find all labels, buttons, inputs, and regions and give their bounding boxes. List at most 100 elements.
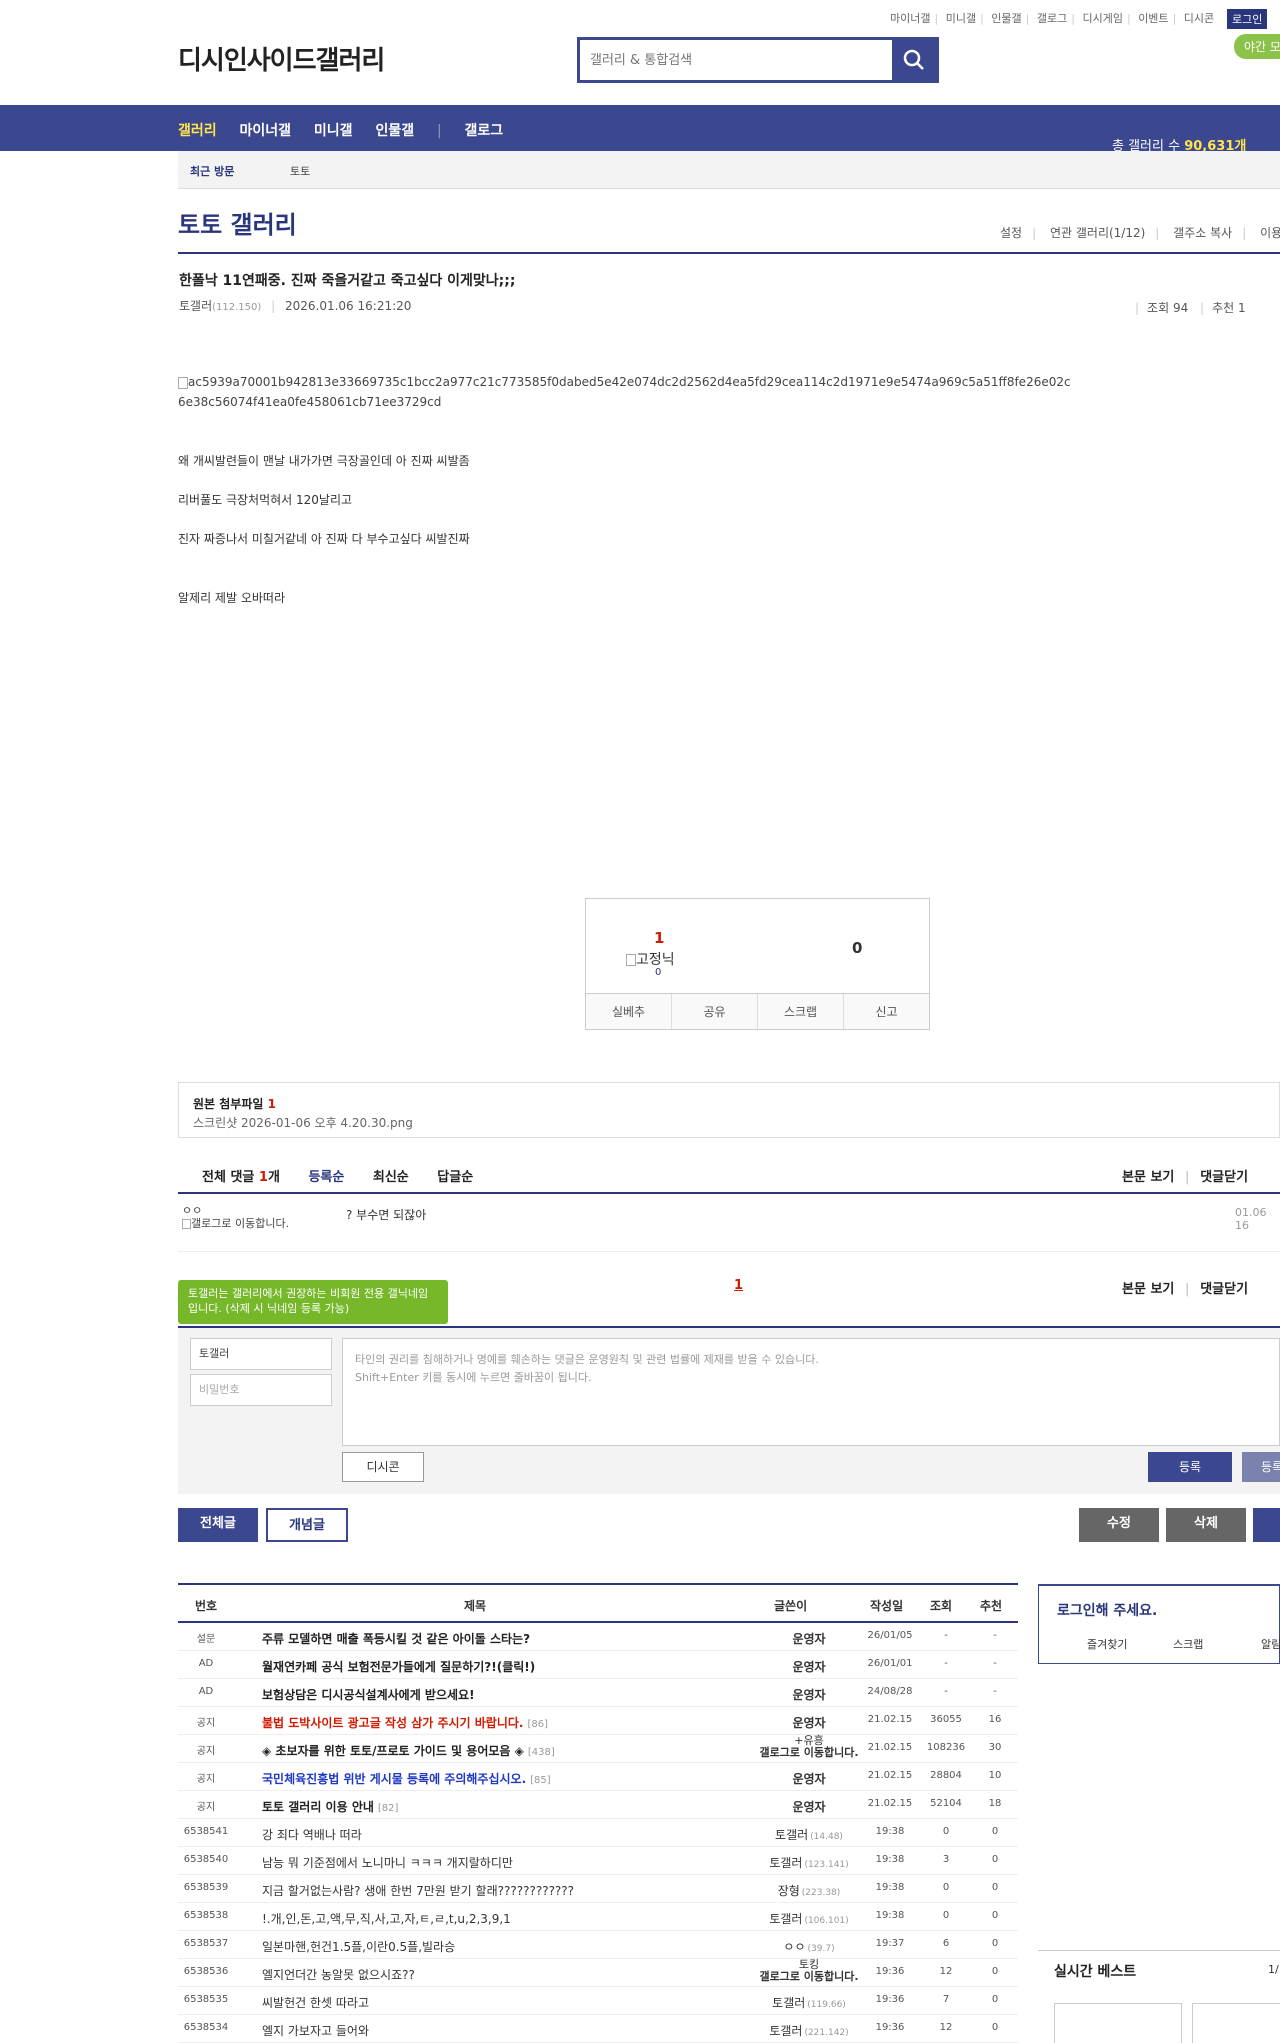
scrap-button[interactable]: 스크랩 (758, 994, 844, 1029)
row-subject[interactable]: 지금 할거없는사람? 생애 한번 7만원 받기 할래???????????? (262, 1882, 574, 1899)
top-link-person[interactable]: 인물갤 (991, 10, 1021, 26)
search-input[interactable] (580, 40, 890, 80)
all-posts-button[interactable]: 전체글 (178, 1508, 258, 1542)
gallery-title[interactable]: 토토 갤러리 (178, 205, 297, 240)
table-row[interactable]: 6538540 남능 뭐 기준점에서 노니마니 ㅋㅋㅋ 개지랄하디만 토갤러 (123… (178, 1847, 1018, 1875)
row-subject-text[interactable]: 강 죄다 역배나 떠라 (262, 1828, 362, 1842)
close-comments-link[interactable]: 댓글닫기 (1200, 1170, 1248, 1185)
related-gallery-link[interactable]: 연관 갤러리(1/12) (1050, 226, 1145, 240)
comment-page-current[interactable]: 1 (734, 1278, 743, 1293)
row-subject-text[interactable]: ◈ 초보자를 위한 토토/프로토 가이드 및 용어모음 ◈ (262, 1744, 524, 1758)
row-subject[interactable]: 월재연카페 공식 보험전문가들에게 질문하기?!(클릭!) (262, 1658, 535, 1675)
attachment-file[interactable]: 스크린샷 2026-01-06 오후 4.20.30.png (193, 1114, 413, 1131)
register-button[interactable]: 등록 (1148, 1452, 1232, 1482)
table-row[interactable]: 공지 ◈ 초보자를 위한 토토/프로토 가이드 및 용어모음 ◈ [438] +유흥 갤… (178, 1735, 1018, 1763)
top-link-game[interactable]: 디시게임 (1082, 10, 1122, 26)
row-subject[interactable]: 일본마핸,헌건1.5플,이란0.5플,빌라승 (262, 1938, 455, 1955)
edit-button[interactable]: 수정 (1079, 1508, 1159, 1542)
row-writer-name[interactable]: 운영자 (792, 1772, 825, 1786)
row-subject-text[interactable]: 토토 갤러리 이용 안내 (262, 1800, 374, 1814)
row-subject[interactable]: 엘지언더간 농알못 없으시죠?? (262, 1966, 415, 1983)
row-subject-text[interactable]: 주류 모델하면 매출 폭등시킬 것 같은 아이돌 스타는? (262, 1632, 530, 1646)
view-post-link[interactable]: 본문 보기 (1122, 1170, 1174, 1185)
row-subject-text[interactable]: 엘지언더간 농알못 없으시죠?? (262, 1968, 415, 1982)
realtime-best-card[interactable] (1054, 2003, 1182, 2043)
night-mode-toggle[interactable]: 야간 모 (1234, 34, 1280, 59)
table-row[interactable]: 6538537 일본마핸,헌건1.5플,이란0.5플,빌라승 ㅇㅇ (39.7) 19:… (178, 1931, 1018, 1959)
top-link-gallog[interactable]: 갤로그 (1037, 10, 1067, 26)
row-subject[interactable]: 씨발헌건 한셋 따라고 (262, 1994, 369, 2011)
nav-person[interactable]: 인물갤 (375, 123, 414, 139)
table-row[interactable]: 6538538 !.개,인,돈,고,액,무,직,사,고,자,ㅌ,ㄹ,t,u,2,3… (178, 1903, 1018, 1931)
share-button[interactable]: 공유 (672, 994, 758, 1029)
recent-visit-item[interactable]: 토토 (290, 163, 310, 179)
password-field[interactable]: 비밀번호 (190, 1374, 332, 1406)
row-subject[interactable]: !.개,인,돈,고,액,무,직,사,고,자,ㅌ,ㄹ,t,u,2,3,9,1 (262, 1910, 511, 1927)
row-subject[interactable]: 국민체육진흥법 위반 게시물 등록에 주의해주십시오. [85] (262, 1770, 551, 1787)
row-reply-count[interactable]: [85] (530, 1775, 551, 1786)
top-link-mini[interactable]: 미니갤 (946, 10, 976, 26)
row-subject-text[interactable]: 불법 도박사이트 광고글 작성 삼가 주시기 바랍니다. (262, 1716, 523, 1730)
top-link-dccon[interactable]: 디시콘 (1184, 10, 1214, 26)
row-writer-name[interactable]: 운영자 (792, 1632, 825, 1646)
row-subject[interactable]: 엘지 가보자고 들어와 (262, 2022, 369, 2039)
favorites-link[interactable]: 즐겨찾기 (1087, 1636, 1127, 1652)
close-comments-link-2[interactable]: 댓글닫기 (1200, 1282, 1248, 1297)
downvote-count[interactable]: 0 (852, 939, 862, 957)
copy-url-link[interactable]: 갤주소 복사 (1173, 226, 1232, 240)
row-reply-count[interactable]: [82] (378, 1803, 399, 1814)
view-post-link-2[interactable]: 본문 보기 (1122, 1282, 1174, 1297)
register-secondary-button[interactable]: 등록 (1242, 1452, 1280, 1482)
row-subject[interactable]: 주류 모델하면 매출 폭등시킬 것 같은 아이돌 스타는? (262, 1630, 530, 1647)
top-link-event[interactable]: 이벤트 (1138, 10, 1168, 26)
row-writer-name[interactable]: 운영자 (792, 1800, 825, 1814)
delete-button[interactable]: 삭제 (1166, 1508, 1246, 1542)
row-subject[interactable]: ◈ 초보자를 위한 토토/프로토 가이드 및 용어모음 ◈ [438] (262, 1742, 555, 1759)
row-subject-text[interactable]: !.개,인,돈,고,액,무,직,사,고,자,ㅌ,ㄹ,t,u,2,3,9,1 (262, 1912, 511, 1926)
nickname-field[interactable]: 토갤러 (190, 1338, 332, 1370)
concept-posts-button[interactable]: 개념글 (266, 1508, 348, 1542)
table-row[interactable]: 공지 불법 도박사이트 광고글 작성 삼가 주시기 바랍니다. [86] 운영자 21.… (178, 1707, 1018, 1735)
row-subject-text[interactable]: 국민체육진흥법 위반 게시물 등록에 주의해주십시오. (262, 1772, 526, 1786)
sort-latest[interactable]: 최신순 (373, 1170, 409, 1185)
table-row[interactable]: 6538535 씨발헌건 한셋 따라고 토갤러 (119.66) 19:36 7 0 (178, 1987, 1018, 2015)
row-writer-name[interactable]: 운영자 (792, 1688, 825, 1702)
sort-registered[interactable]: 등록순 (308, 1170, 344, 1185)
table-row[interactable]: 6538536 엘지언더간 농알못 없으시죠?? 토킹 갤로그로 이동합니다. 19:3… (178, 1959, 1018, 1987)
row-subject-text[interactable]: 씨발헌건 한셋 따라고 (262, 1996, 369, 2010)
row-reply-count[interactable]: [438] (528, 1747, 555, 1758)
scrap-link[interactable]: 스크랩 (1173, 1636, 1203, 1652)
row-subject[interactable]: 보험상담은 디시공식설계사에게 받으세요! (262, 1686, 475, 1703)
row-subject-text[interactable]: 남능 뭐 기준점에서 노니마니 ㅋㅋㅋ 개지랄하디만 (262, 1856, 513, 1870)
gallog-link[interactable]: 갤로그로 이동합니다. (182, 1217, 322, 1230)
recent-visit-label[interactable]: 최근 방문 (190, 163, 234, 179)
login-prompt[interactable]: 로그인해 주세요. (1057, 1600, 1157, 1620)
notify-link[interactable]: 알림 (1261, 1636, 1280, 1652)
fixed-nick-upvote[interactable]: 고정닉 (626, 949, 675, 969)
row-writer-name[interactable]: ㅇㅇ (783, 1940, 805, 1954)
row-subject[interactable]: 불법 도박사이트 광고글 작성 삼가 주시기 바랍니다. [86] (262, 1714, 548, 1731)
silbe-reco-button[interactable]: 실베추 (586, 994, 672, 1029)
table-row[interactable]: 6538534 엘지 가보자고 들어와 토갤러 (221.142) 19:36 12 0 (178, 2015, 1018, 2043)
row-writer-name[interactable]: 토갤러 (769, 1912, 802, 1926)
table-row[interactable]: 6538541 강 죄다 역배나 떠라 토갤러 (14.48) 19:38 0 0 (178, 1819, 1018, 1847)
nav-gallog[interactable]: 갤로그 (465, 123, 504, 139)
settings-link[interactable]: 설정 (1000, 226, 1022, 240)
login-button[interactable]: 로그인 (1227, 9, 1268, 29)
row-subject-text[interactable]: 월재연카페 공식 보험전문가들에게 질문하기?!(클릭!) (262, 1660, 535, 1674)
upvote-count[interactable]: 1 (654, 929, 664, 947)
row-subject-text[interactable]: 엘지 가보자고 들어와 (262, 2024, 369, 2038)
row-writer-name[interactable]: 토갤러 (769, 2024, 802, 2038)
row-writer-name[interactable]: 운영자 (792, 1716, 825, 1730)
post-writer[interactable]: 토갤러 (179, 299, 212, 313)
row-writer-name[interactable]: 토갤러 (769, 1856, 802, 1870)
row-subject[interactable]: 토토 갤러리 이용 안내 [82] (262, 1798, 398, 1815)
row-reply-count[interactable]: [86] (527, 1719, 548, 1730)
row-subject-text[interactable]: 지금 할거없는사람? 생애 한번 7만원 받기 할래???????????? (262, 1884, 574, 1898)
row-writer-name[interactable]: 토갤러 (772, 1996, 805, 2010)
sort-reply[interactable]: 답글순 (437, 1170, 473, 1185)
row-subject[interactable]: 남능 뭐 기준점에서 노니마니 ㅋㅋㅋ 개지랄하디만 (262, 1854, 513, 1871)
row-subject-text[interactable]: 보험상담은 디시공식설계사에게 받으세요! (262, 1688, 475, 1702)
top-link-minor[interactable]: 마이너갤 (890, 10, 930, 26)
row-subject[interactable]: 강 죄다 역배나 떠라 (262, 1826, 362, 1843)
